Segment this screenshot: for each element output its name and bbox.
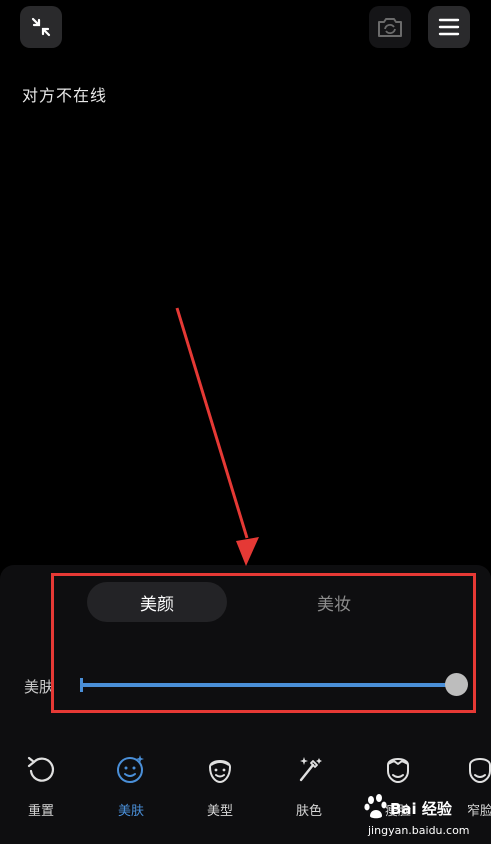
face-icon [387,758,409,784]
hamburger-icon [438,18,460,36]
slider-label: 美肤 [24,678,55,696]
tool-face-shape[interactable]: 美型 [190,752,250,827]
tool-skin-color-label: 肤色 [295,804,322,819]
tool-skin-color[interactable]: 肤色 [279,752,339,827]
switch-camera-button[interactable] [369,6,411,48]
watermark-url: jingyan.baidu.com [368,824,470,837]
magic-wand-icon [299,757,322,782]
tool-reset[interactable]: 重置 [11,752,71,827]
tool-skin-smooth[interactable]: 美肤 [101,752,161,827]
peer-status-text: 对方不在线 [22,86,108,105]
camera-switch-icon [378,18,402,37]
tool-reset-label: 重置 [27,804,54,819]
face-shape-icon [208,760,232,784]
menu-button[interactable] [428,6,470,48]
annotation-highlight-box [51,573,476,713]
reset-icon [27,756,54,782]
watermark-brand: Bai 经验 [390,800,452,818]
minimize-arrows-icon [31,17,51,37]
face-narrow-icon [469,758,491,784]
baidu-jingyan-watermark: Bai 经验 jingyan.baidu.com [362,782,490,842]
video-call-screen: 对方不在线 美颜 美妆 美肤 重置 美肤 美型 肤色 瘦脸 窄脸 Bai 经验 … [0,0,491,844]
tool-face-shape-label: 美型 [206,804,233,819]
minimize-button[interactable] [20,6,62,48]
face-smile-icon [117,755,144,783]
baidu-paw-icon [364,794,387,819]
tool-skin-smooth-label: 美肤 [117,804,144,819]
